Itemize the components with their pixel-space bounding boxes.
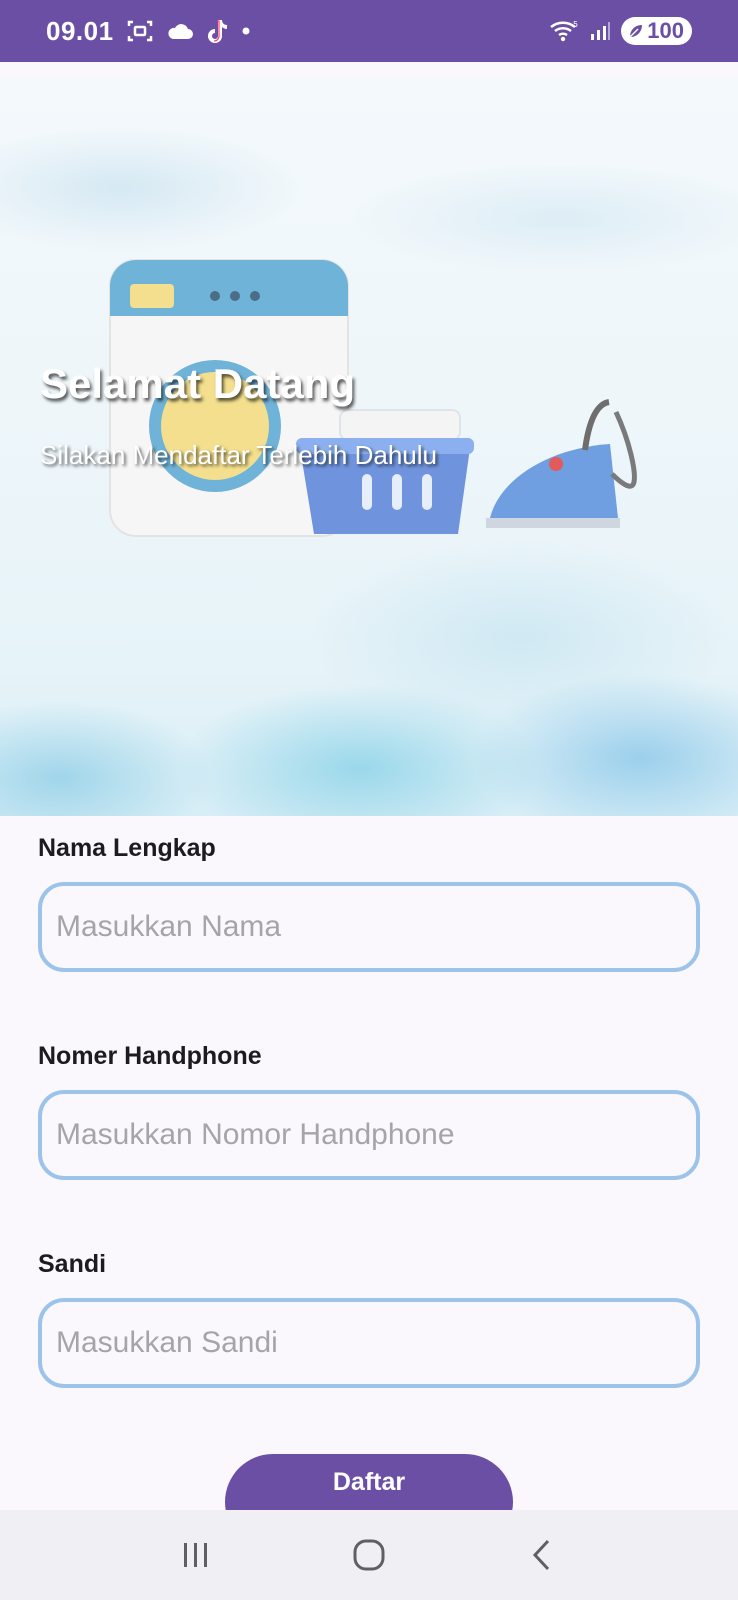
tiktok-icon [206, 17, 228, 45]
password-field-group: Sandi [38, 1246, 700, 1454]
full-name-input[interactable] [38, 882, 700, 972]
svg-text:5: 5 [573, 20, 578, 29]
password-label: Sandi [38, 1250, 107, 1278]
back-icon[interactable] [512, 1525, 572, 1585]
welcome-subtitle: Silakan Mendaftar Terlebih Dahulu [40, 440, 437, 470]
status-bar: 09.01 5 100 [0, 0, 738, 62]
hero-banner: Selamat Datang Silakan Mendaftar Terlebi… [0, 78, 738, 816]
password-input[interactable] [38, 1298, 700, 1388]
phone-label: Nomer Handphone [38, 1042, 262, 1070]
phone-field-group: Nomer Handphone [38, 1038, 700, 1246]
battery-indicator: 100 [621, 17, 692, 45]
battery-saver-icon [627, 22, 645, 40]
signal-icon [589, 17, 611, 45]
status-right: 5 100 [549, 17, 692, 45]
status-left: 09.01 [46, 16, 252, 47]
iron-icon [486, 399, 637, 528]
phone-input[interactable] [38, 1090, 700, 1180]
dot-icon [240, 17, 252, 45]
full-name-field-group: Nama Lengkap [38, 830, 700, 1038]
screenshot-icon [126, 17, 154, 45]
full-name-label: Nama Lengkap [38, 834, 216, 862]
register-form: Nama Lengkap Nomer Handphone Sandi [38, 830, 700, 1454]
battery-level: 100 [647, 18, 684, 43]
cloud-icon [166, 17, 194, 45]
navigation-bar [0, 1510, 738, 1600]
recent-apps-icon[interactable] [166, 1525, 226, 1585]
home-icon[interactable] [339, 1525, 399, 1585]
status-time: 09.01 [46, 15, 114, 46]
welcome-title: Selamat Datang [40, 360, 356, 407]
wifi-icon: 5 [549, 17, 579, 45]
